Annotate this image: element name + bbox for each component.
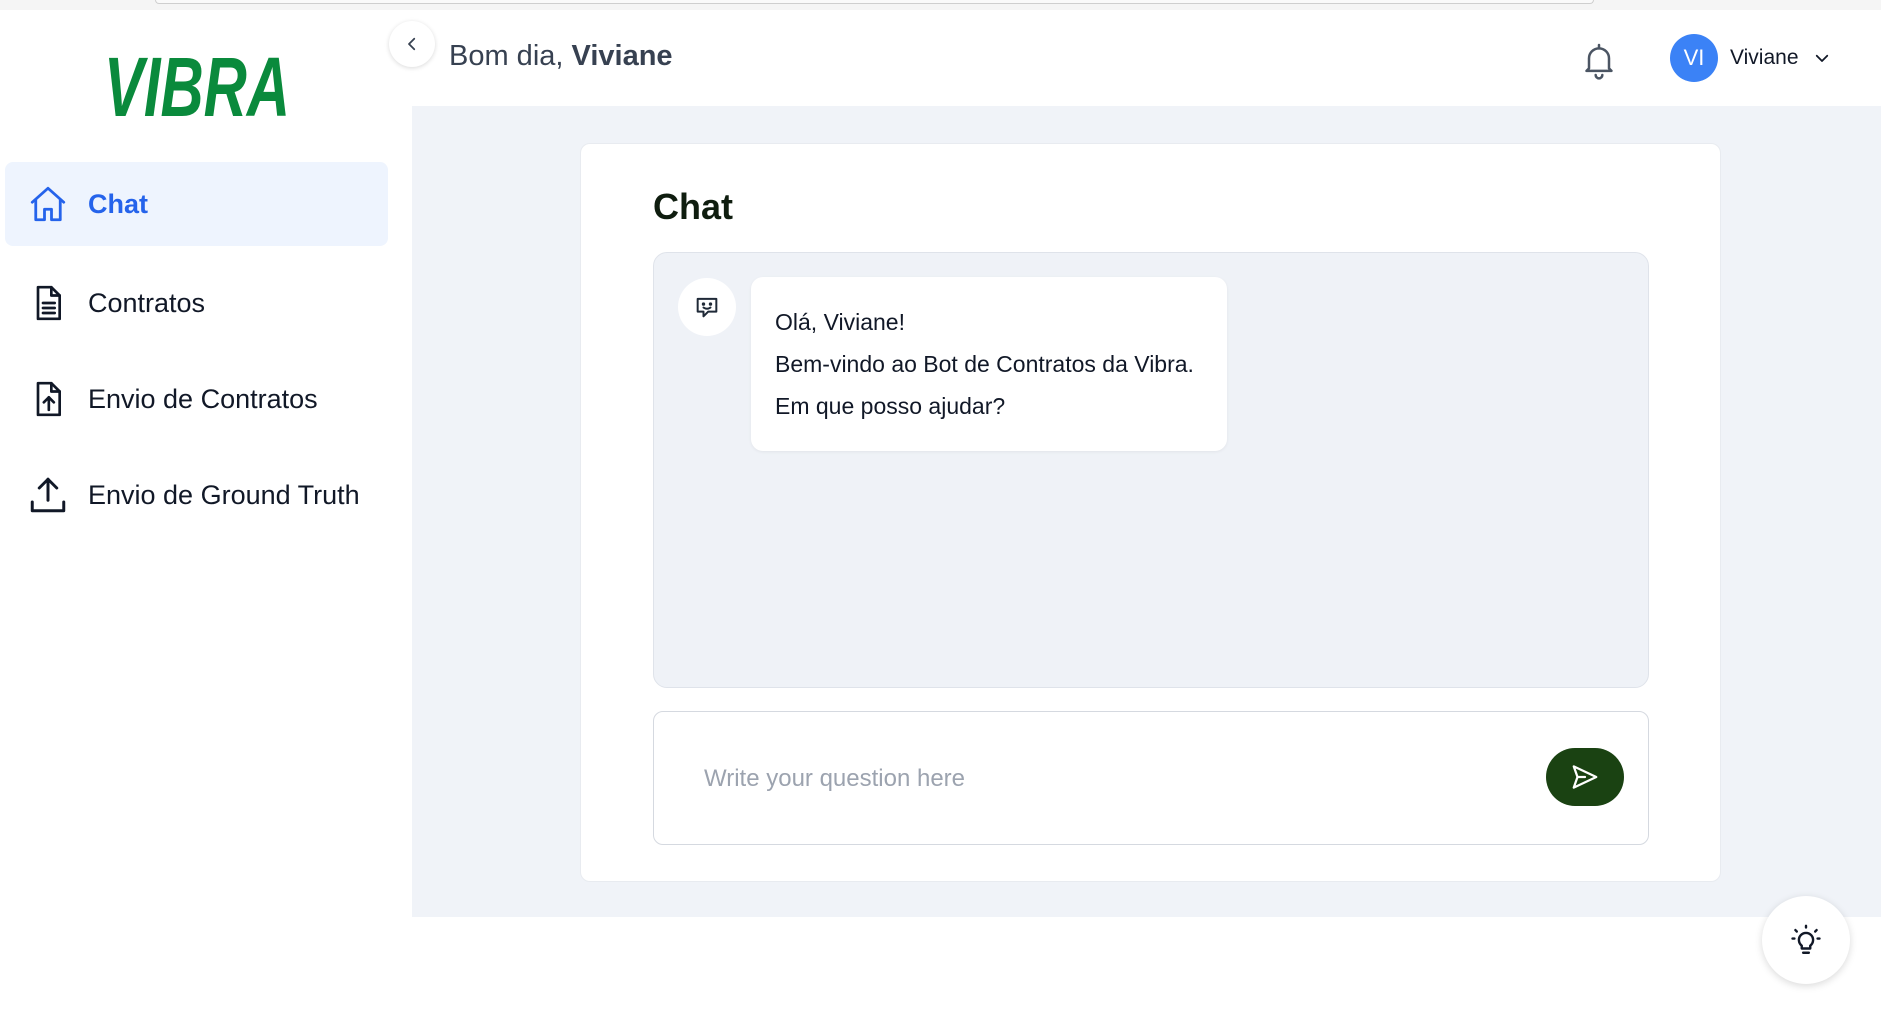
lightbulb-icon bbox=[1791, 924, 1821, 954]
sidebar-item-label: Envio de Ground Truth bbox=[88, 479, 360, 510]
user-name: Viviane bbox=[1730, 46, 1799, 69]
sidebar-item-envio-contratos[interactable]: Envio de Contratos bbox=[5, 357, 388, 441]
sidebar-item-label: Contratos bbox=[88, 287, 206, 318]
sidebar-item-label: Envio de Contratos bbox=[88, 383, 318, 414]
greeting: Bom dia, Viviane bbox=[449, 40, 673, 73]
chat-bot-icon bbox=[678, 278, 736, 336]
send-icon bbox=[1572, 765, 1598, 789]
send-button[interactable] bbox=[1546, 748, 1624, 806]
collapse-sidebar-button[interactable] bbox=[389, 21, 435, 67]
greeting-name: Viviane bbox=[571, 40, 673, 72]
svg-text:VIBRA: VIBRA bbox=[104, 44, 290, 126]
greeting-prefix: Bom dia, bbox=[449, 40, 564, 72]
sidebar-item-contratos[interactable]: Contratos bbox=[5, 261, 388, 345]
sidebar-item-label: Chat bbox=[88, 188, 148, 219]
upload-icon bbox=[26, 473, 70, 517]
message-line: Em que posso ajudar? bbox=[775, 393, 1006, 419]
file-upload-icon bbox=[26, 377, 70, 421]
browser-address-bar-edge bbox=[155, 0, 1594, 4]
browser-top-strip bbox=[0, 0, 1881, 10]
user-menu[interactable]: VI Viviane bbox=[1670, 33, 1831, 83]
chat-messages: Olá, Viviane! Bem-vindo ao Bot de Contra… bbox=[653, 252, 1649, 688]
sidebar-item-envio-ground-truth[interactable]: Envio de Ground Truth bbox=[5, 453, 388, 537]
sidebar-item-chat[interactable]: Chat bbox=[5, 162, 388, 246]
chat-card: Chat Olá, Viviane! Bem-vindo ao Bot de C… bbox=[580, 143, 1721, 882]
bell-icon bbox=[1585, 43, 1613, 80]
vibra-logo: VIBRA bbox=[102, 40, 292, 134]
chevron-left-icon bbox=[408, 37, 416, 51]
chevron-down-icon bbox=[1815, 54, 1828, 62]
question-input[interactable] bbox=[702, 758, 1506, 800]
sidebar: VIBRA Chat Contratos Envio de Contratos … bbox=[0, 10, 411, 1012]
avatar: VI bbox=[1670, 34, 1718, 82]
message-line: Bem-vindo ao Bot de Contratos da Vibra. bbox=[775, 351, 1194, 377]
home-icon bbox=[26, 182, 70, 226]
tips-button[interactable] bbox=[1762, 896, 1850, 984]
bot-message: Olá, Viviane! Bem-vindo ao Bot de Contra… bbox=[751, 277, 1227, 451]
notifications-button[interactable] bbox=[1579, 40, 1619, 80]
chat-input-box bbox=[653, 711, 1649, 845]
page-title: Chat bbox=[653, 186, 733, 227]
message-line: Olá, Viviane! bbox=[775, 309, 905, 335]
document-icon bbox=[26, 281, 70, 325]
